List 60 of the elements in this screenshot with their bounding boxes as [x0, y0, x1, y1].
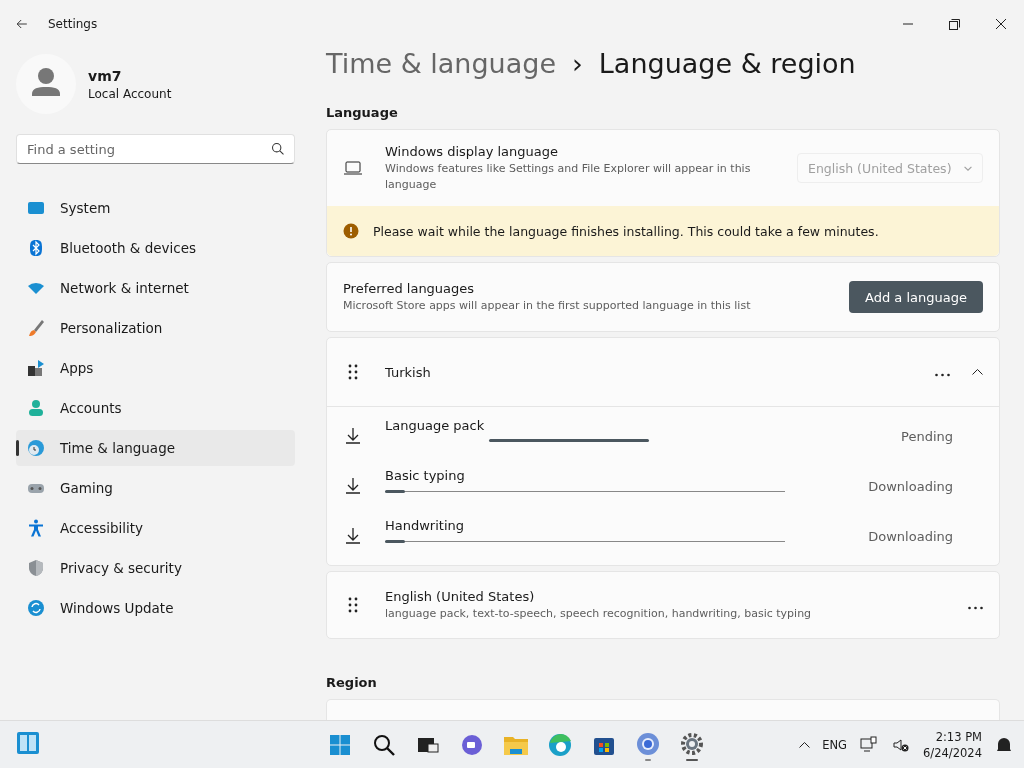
sidebar-item[interactable]: System [16, 190, 295, 226]
search-icon [272, 143, 284, 155]
person-icon [26, 398, 46, 418]
avatar-icon [16, 54, 76, 114]
feature-status: Downloading [868, 528, 953, 544]
sidebar-item[interactable]: Apps [16, 350, 295, 386]
sidebar-item[interactable]: Privacy & security [16, 550, 295, 586]
chevron-up-icon [799, 741, 811, 748]
language-features: language pack, text-to-speech, speech recognition, handwriting, basic typing [385, 605, 812, 622]
sidebar-item[interactable]: Bluetooth & devices [16, 230, 295, 266]
laptop-icon [343, 158, 363, 178]
language-name: English (United States) [385, 588, 536, 604]
feature-name: Basic typing [385, 468, 466, 483]
setting-title: Preferred languages [343, 280, 476, 296]
clock-globe-icon [26, 438, 46, 458]
account-name: vm7 [88, 67, 123, 84]
feature-name: Language pack [385, 418, 486, 433]
sidebar-item[interactable]: Accessibility [16, 510, 295, 546]
shield-icon [26, 558, 46, 578]
sidebar-item[interactable]: Time & language [16, 430, 295, 466]
chevron-down-icon [964, 165, 972, 171]
breadcrumb-link[interactable]: Time & language [326, 48, 556, 79]
feature-status: Downloading [868, 478, 953, 494]
setting-title: Windows display language [385, 143, 559, 159]
download-icon [343, 476, 363, 496]
clock[interactable]: 2:13 PM 6/24/2024 [923, 728, 982, 761]
language-name: Turkish [385, 364, 431, 380]
chevron-up-icon[interactable] [972, 369, 983, 375]
download-icon [343, 526, 363, 546]
close-icon [996, 19, 1006, 29]
network-icon [859, 734, 880, 755]
section-heading: Region [326, 675, 378, 690]
add-language-button[interactable]: Add a language [849, 281, 983, 313]
maximize-icon [949, 18, 960, 30]
accessibility-icon [26, 518, 46, 538]
feature-name: Handwriting [385, 518, 466, 533]
search-field[interactable]: Find a setting [16, 134, 295, 164]
input-language[interactable]: ENG [822, 737, 848, 752]
setting-description: Microsoft Store apps will appear in the first supported language in this list [343, 297, 751, 314]
window-title: Settings [48, 17, 98, 31]
sidebar-item[interactable]: Windows Update [16, 590, 295, 626]
sidebar-item[interactable]: Personalization [16, 310, 295, 346]
more-icon [935, 372, 950, 377]
widgets-icon [16, 731, 40, 755]
setting-description: Windows features like Settings and File Explorer will appear in this language [385, 160, 752, 193]
breadcrumb-separator: › [572, 48, 583, 79]
brush-icon [26, 318, 46, 338]
apps-icon [26, 358, 46, 378]
feature-status: Pending [901, 428, 953, 444]
sidebar-item[interactable]: Gaming [16, 470, 295, 506]
warning-icon [343, 223, 359, 239]
section-heading: Language [326, 105, 399, 120]
sync-icon [26, 598, 46, 618]
page-title: Language & region [598, 48, 856, 79]
sidebar-item[interactable]: Network & internet [16, 270, 295, 306]
sidebar-item[interactable]: Accounts [16, 390, 295, 426]
account-type: Local Account [88, 86, 172, 101]
more-icon [968, 605, 983, 610]
notice-text: Please wait while the language finishes installing. This could take a few minutes. [373, 223, 879, 239]
download-icon [343, 426, 363, 446]
